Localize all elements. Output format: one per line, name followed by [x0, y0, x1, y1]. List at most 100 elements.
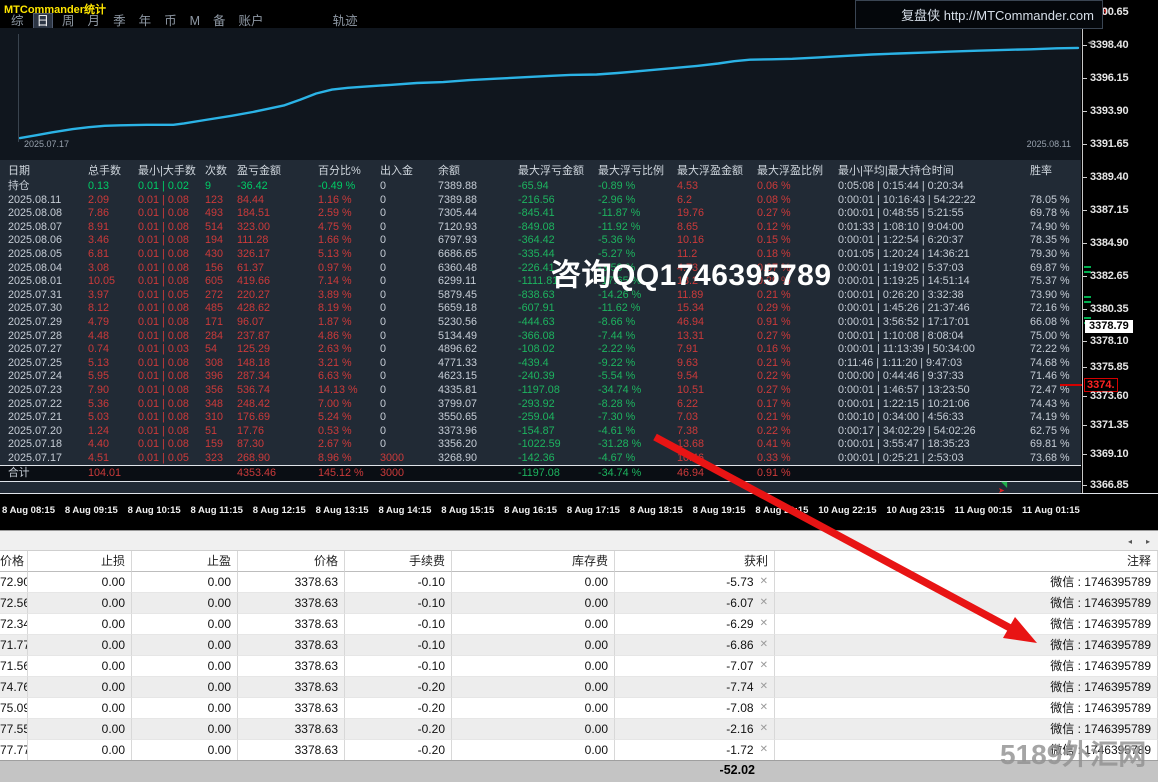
trade-row[interactable]: 72.340.000.003378.63-0.100.00-6.29✕微信 : …	[0, 614, 1158, 635]
stats-cell-date: 2025.08.05	[8, 248, 88, 262]
trade-cell-tp: 0.00	[132, 656, 238, 677]
trade-row[interactable]: 75.090.000.003378.63-0.200.00-7.08✕微信 : …	[0, 698, 1158, 719]
menu-item-日[interactable]: 日	[34, 14, 53, 28]
tick-dash	[1083, 177, 1087, 178]
price-tick-label: 3366.85	[1090, 479, 1128, 491]
time-tick-label: 8 Aug 10:15	[128, 505, 181, 516]
close-order-icon[interactable]: ✕	[760, 572, 768, 592]
close-order-icon[interactable]: ✕	[760, 698, 768, 718]
stats-cell-pct: 7.00 %	[318, 398, 380, 412]
trade-row[interactable]: 74.760.000.003378.63-0.200.00-7.74✕微信 : …	[0, 677, 1158, 698]
price-tick: 3387.15	[1083, 204, 1128, 216]
trade-cell-close_price: 3378.63	[238, 698, 345, 719]
price-tick-label: 3371.35	[1090, 419, 1128, 431]
profit-value: -1.72	[726, 740, 753, 760]
trade-cell-profit: -6.29✕	[615, 614, 775, 635]
stats-cell-max_dd: -142.36	[518, 452, 598, 466]
price-tick-label: 3375.85	[1090, 361, 1128, 373]
stats-row: 2025.07.255.130.01 | 0.08308148.183.21 %…	[0, 357, 1081, 371]
time-axis[interactable]: 8 Aug 08:158 Aug 09:158 Aug 10:158 Aug 1…	[0, 493, 1158, 530]
trade-list-table: 价格止损止盈价格手续费库存费获利注释72.900.000.003378.63-0…	[0, 551, 1158, 761]
stats-cell-max_dd: -65.94	[518, 180, 598, 194]
price-tick-label: 3391.65	[1090, 138, 1128, 150]
stats-cell-max_fp: 46.94	[677, 466, 757, 481]
tooltip-pointer-icon: ◄	[1086, 38, 1094, 47]
brand-tooltip[interactable]: 复盘侠 http://MTCommander.com	[855, 0, 1103, 29]
menu-item-币[interactable]: 币	[161, 14, 180, 28]
close-order-icon[interactable]: ✕	[760, 614, 768, 634]
stats-cell-pct: 8.19 %	[318, 302, 380, 316]
close-order-icon[interactable]: ✕	[760, 677, 768, 697]
stats-row: 2025.07.308.120.01 | 0.08485428.628.19 %…	[0, 302, 1081, 316]
menu-item-周[interactable]: 周	[59, 14, 78, 28]
scroll-right-icon[interactable]: ▸	[1146, 537, 1150, 546]
trade-row[interactable]: 77.550.000.003378.63-0.200.00-2.16✕微信 : …	[0, 719, 1158, 740]
close-order-icon[interactable]: ✕	[760, 740, 768, 760]
trade-cell-comment: 微信 : 1746395789	[775, 635, 1158, 656]
menu-item-综[interactable]: 综	[8, 14, 27, 28]
price-tick: 3371.35	[1083, 419, 1128, 431]
trade-cell-comment: 微信 : 1746395789	[775, 572, 1158, 593]
stats-cell-balance: 6299.11	[438, 275, 518, 289]
stats-cell-date: 2025.08.07	[8, 221, 88, 235]
stats-cell-count: 396	[205, 370, 237, 384]
stats-cell-pnl: 220.27	[237, 289, 318, 303]
menu-item-月[interactable]: 月	[85, 14, 104, 28]
trade-row[interactable]: 71.770.000.003378.63-0.100.00-6.86✕微信 : …	[0, 635, 1158, 656]
stats-cell-date: 2025.07.23	[8, 384, 88, 398]
menu-item-账户[interactable]: 账户	[236, 14, 267, 28]
stats-cell-count: 323	[205, 452, 237, 466]
menu-item-轨迹[interactable]: 轨迹	[330, 14, 361, 28]
stats-cell-minmax: 0.01 | 0.08	[138, 316, 205, 330]
time-tick-label: 8 Aug 08:15	[2, 505, 55, 516]
stats-cell-max_dd: -154.87	[518, 425, 598, 439]
stats-cell-date: 2025.08.01	[8, 275, 88, 289]
menu-item-年[interactable]: 年	[136, 14, 155, 28]
stats-cell-max_dd_pct: -34.74 %	[598, 466, 677, 481]
profit-value: -6.86	[726, 635, 753, 655]
chart-area: 2025.07.17 2025.08.11 日期总手数最小|大手数次数盈亏金额百…	[0, 28, 1081, 493]
stats-cell-pnl: 4353.46	[237, 466, 318, 481]
stats-cell-inout: 0	[380, 330, 438, 344]
stats-cell-lots: 3.97	[88, 289, 138, 303]
close-order-icon[interactable]: ✕	[760, 635, 768, 655]
stats-cell-inout: 0	[380, 302, 438, 316]
stats-cell-win_rate: 73.68 %	[1030, 452, 1081, 466]
close-order-icon[interactable]: ✕	[760, 656, 768, 676]
stats-cell-pnl: 61.37	[237, 262, 318, 276]
trade-row[interactable]: 71.560.000.003378.63-0.100.00-7.07✕微信 : …	[0, 656, 1158, 677]
price-axis[interactable]: 8 3378.79 3374. 3400.653398.403396.15339…	[1082, 0, 1158, 493]
stats-cell-max_fp: 9.54	[677, 370, 757, 384]
close-order-icon[interactable]: ✕	[760, 719, 768, 739]
stats-cell-date: 2025.07.21	[8, 411, 88, 425]
stats-cell-win_rate: 72.22 %	[1030, 343, 1081, 357]
stats-row: 2025.08.063.460.01 | 0.08194111.281.66 %…	[0, 234, 1081, 248]
trade-row[interactable]: 77.770.000.003378.63-0.200.00-1.72✕微信 : …	[0, 740, 1158, 761]
stats-cell-pct: 1.66 %	[318, 234, 380, 248]
stats-cell-lots: 1.24	[88, 425, 138, 439]
stats-cell-lots: 8.91	[88, 221, 138, 235]
stats-row: 2025.07.215.030.01 | 0.08310176.695.24 %…	[0, 411, 1081, 425]
trade-cell-swap: 0.00	[452, 677, 615, 698]
stats-cell-minmax: 0.01 | 0.08	[138, 194, 205, 208]
stats-cell-balance: 4771.33	[438, 357, 518, 371]
stats-cell-minmax: 0.01 | 0.08	[138, 262, 205, 276]
stats-cell-max_dd: -259.04	[518, 411, 598, 425]
trade-row[interactable]: 72.900.000.003378.63-0.100.00-5.73✕微信 : …	[0, 572, 1158, 593]
trade-header-cell: 止盈	[132, 551, 238, 572]
menu-item-季[interactable]: 季	[110, 14, 129, 28]
stats-cell-max_dd: -216.56	[518, 194, 598, 208]
stats-cell-inout: 0	[380, 370, 438, 384]
menu-item-备[interactable]: 备	[210, 14, 229, 28]
trade-cell-commission: -0.10	[345, 614, 452, 635]
menu-item-M[interactable]: M	[187, 14, 203, 28]
trade-cell-tp: 0.00	[132, 614, 238, 635]
stats-cell-lots: 4.48	[88, 330, 138, 344]
trade-row[interactable]: 72.560.000.003378.63-0.100.00-6.07✕微信 : …	[0, 593, 1158, 614]
stats-cell-max_dd_pct: -31.28 %	[598, 438, 677, 452]
scroll-left-icon[interactable]: ◂	[1128, 537, 1132, 546]
close-order-icon[interactable]: ✕	[760, 593, 768, 613]
trade-header-cell: 价格	[238, 551, 345, 572]
stats-cell-max_dd_pct: -7.44 %	[598, 330, 677, 344]
trade-cell-swap: 0.00	[452, 656, 615, 677]
